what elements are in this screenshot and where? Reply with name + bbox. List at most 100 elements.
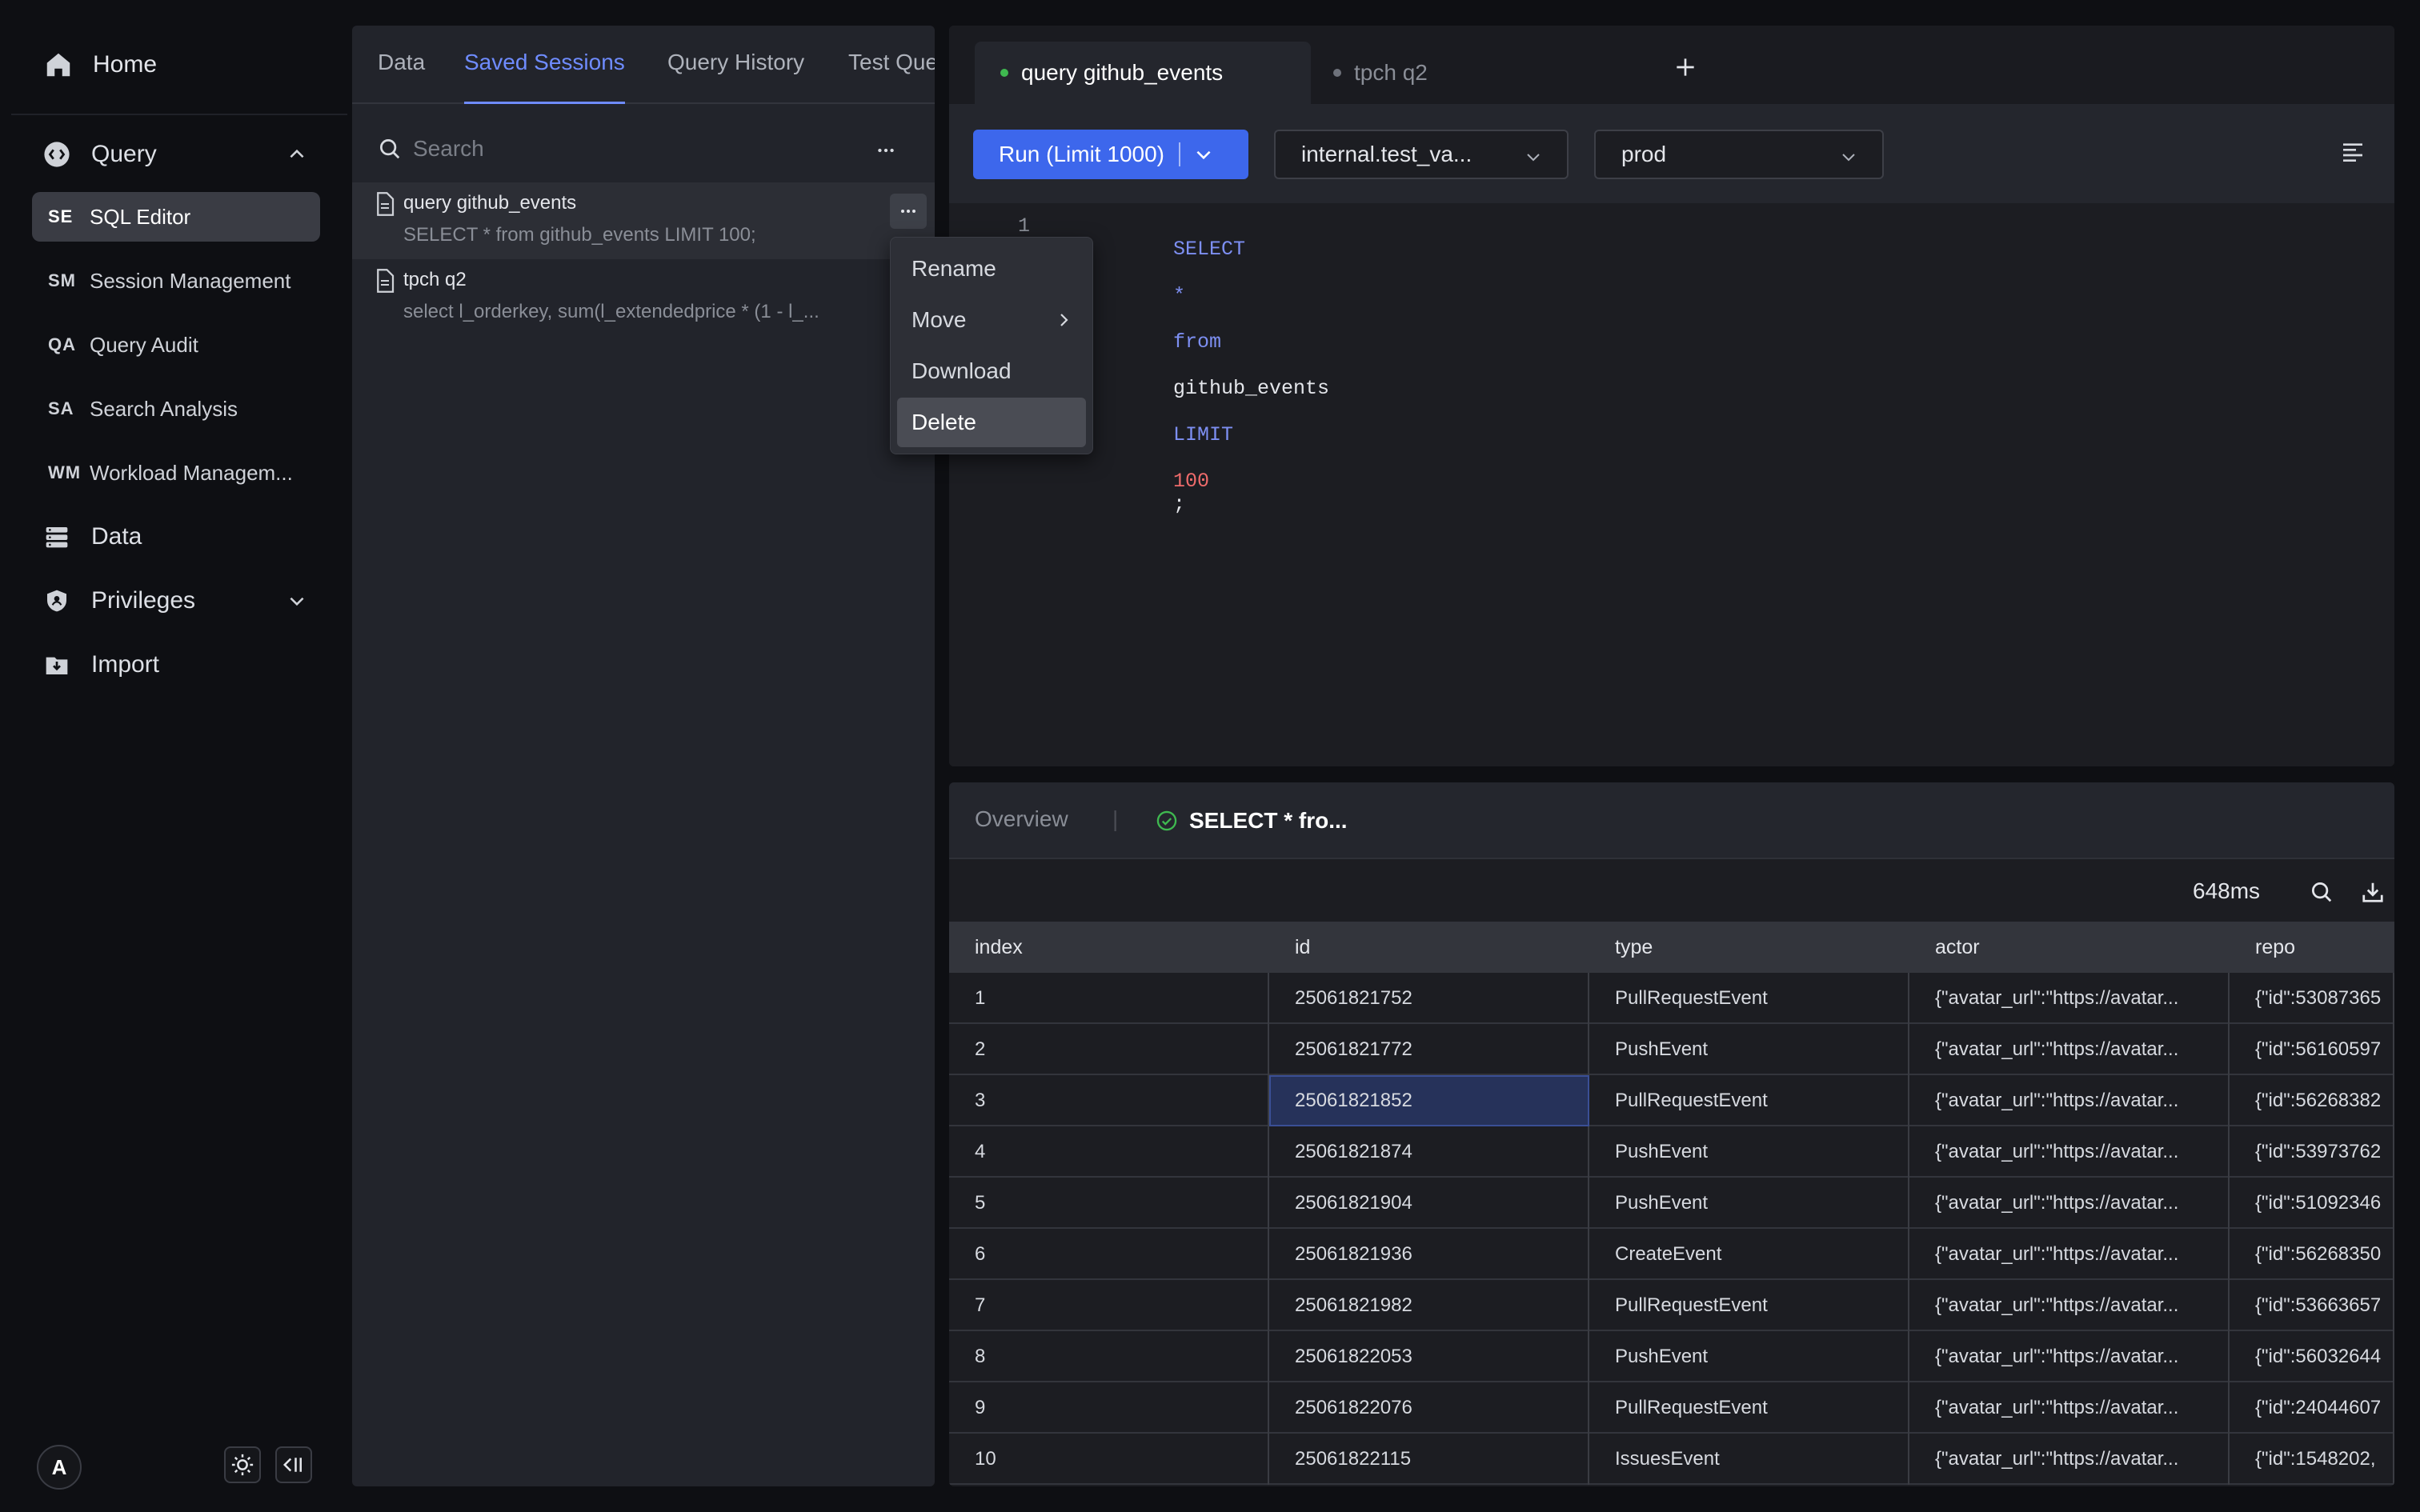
table-cell[interactable]: {"id":56268350 [2230, 1229, 2394, 1280]
table-row[interactable]: 9 25061822076 PullRequestEvent {"avatar_url… [949, 1382, 2394, 1434]
table-cell[interactable]: 25061821982 [1269, 1280, 1589, 1331]
table-cell[interactable]: 25061821772 [1269, 1024, 1589, 1075]
avatar[interactable]: A [37, 1445, 82, 1490]
table-cell[interactable]: {"avatar_url":"https://avatar... [1909, 1229, 2230, 1280]
environment-select[interactable]: prod [1594, 130, 1884, 179]
tab-query-history[interactable]: Query History [667, 50, 804, 104]
table-cell[interactable]: PullRequestEvent [1589, 1280, 1909, 1331]
table-cell[interactable]: {"id":56268382 [2230, 1075, 2394, 1126]
table-cell[interactable]: PullRequestEvent [1589, 973, 1909, 1024]
code-area[interactable]: 1 SELECT * from github_events LIMIT 100 … [949, 203, 2394, 766]
table-cell[interactable]: PushEvent [1589, 1126, 1909, 1178]
table-row[interactable]: 5 25061821904 PushEvent {"avatar_url":"http… [949, 1178, 2394, 1229]
format-button[interactable] [2340, 139, 2366, 165]
column-header[interactable]: id [1269, 922, 1589, 973]
table-cell[interactable]: 25061821904 [1269, 1178, 1589, 1229]
table-cell[interactable]: {"avatar_url":"https://avatar... [1909, 1280, 2230, 1331]
nav-session-management[interactable]: SM Session Management [32, 256, 320, 306]
nav-query-audit[interactable]: QA Query Audit [32, 320, 320, 370]
tab-overview[interactable]: Overview [975, 806, 1068, 832]
table-cell[interactable]: 1 [949, 973, 1269, 1024]
sessions-more-button[interactable] [867, 133, 904, 168]
table-cell[interactable]: 3 [949, 1075, 1269, 1126]
search-input[interactable]: Search [413, 136, 484, 162]
column-header[interactable]: index [949, 922, 1269, 973]
table-cell[interactable]: {"id":1548202, [2230, 1434, 2394, 1485]
table-cell[interactable]: 10 [949, 1434, 1269, 1485]
table-cell[interactable]: {"id":24044607 [2230, 1382, 2394, 1434]
table-cell[interactable]: 2 [949, 1024, 1269, 1075]
table-cell[interactable]: 8 [949, 1331, 1269, 1382]
chevron-down-icon[interactable] [1193, 144, 1214, 165]
table-cell[interactable]: 6 [949, 1229, 1269, 1280]
table-cell[interactable]: 25061821874 [1269, 1126, 1589, 1178]
table-cell[interactable]: PushEvent [1589, 1178, 1909, 1229]
search-results-button[interactable] [2310, 880, 2334, 904]
table-cell[interactable]: PullRequestEvent [1589, 1075, 1909, 1126]
session-item[interactable]: tpch q2 select l_orderkey, sum(l_extende… [352, 259, 935, 336]
nav-search-analysis[interactable]: SA Search Analysis [32, 384, 320, 434]
table-cell[interactable]: {"id":56160597 [2230, 1024, 2394, 1075]
add-tab-button[interactable] [1673, 54, 1698, 80]
table-cell[interactable]: {"avatar_url":"https://avatar... [1909, 1331, 2230, 1382]
tab-data[interactable]: Data [378, 50, 425, 104]
table-cell[interactable]: 25061822115 [1269, 1434, 1589, 1485]
session-more-button[interactable] [890, 194, 927, 229]
table-cell[interactable]: 4 [949, 1126, 1269, 1178]
menu-item-delete[interactable]: Delete [897, 398, 1086, 447]
table-cell[interactable]: {"avatar_url":"https://avatar... [1909, 973, 2230, 1024]
collapse-sidebar-button[interactable] [275, 1446, 312, 1483]
tab-test-queries[interactable]: Test Que [848, 50, 935, 104]
table-row[interactable]: 10 25061822115 IssuesEvent {"avatar_url":"h… [949, 1434, 2394, 1485]
table-cell[interactable]: 7 [949, 1280, 1269, 1331]
nav-import[interactable]: Import [32, 640, 320, 690]
table-cell[interactable]: {"avatar_url":"https://avatar... [1909, 1024, 2230, 1075]
run-button[interactable]: Run (Limit 1000) [973, 130, 1248, 179]
session-search[interactable]: Search [378, 125, 906, 173]
table-cell[interactable]: {"id":53973762 [2230, 1126, 2394, 1178]
table-cell[interactable]: 9 [949, 1382, 1269, 1434]
table-cell[interactable]: 25061821936 [1269, 1229, 1589, 1280]
table-cell[interactable]: {"id":53087365 [2230, 973, 2394, 1024]
table-cell[interactable]: {"id":53663657 [2230, 1280, 2394, 1331]
table-cell[interactable]: PushEvent [1589, 1024, 1909, 1075]
table-row[interactable]: 6 25061821936 CreateEvent {"avatar_url":"ht… [949, 1229, 2394, 1280]
nav-sql-editor[interactable]: SE SQL Editor [32, 192, 320, 242]
menu-item-rename[interactable]: Rename [897, 244, 1086, 294]
table-cell[interactable]: 25061821852 [1269, 1075, 1589, 1126]
column-header[interactable]: actor [1909, 922, 2230, 973]
tab-saved-sessions[interactable]: Saved Sessions [464, 50, 625, 104]
catalog-select[interactable]: internal.test_va... [1274, 130, 1569, 179]
table-cell[interactable]: {"id":51092346 [2230, 1178, 2394, 1229]
table-row[interactable]: 3 25061821852 PullRequestEvent {"avatar_url… [949, 1075, 2394, 1126]
download-results-button[interactable] [2361, 880, 2385, 904]
nav-home[interactable]: Home [43, 46, 157, 83]
nav-privileges[interactable]: Privileges [32, 576, 320, 626]
table-cell[interactable]: {"avatar_url":"https://avatar... [1909, 1382, 2230, 1434]
table-cell[interactable]: 25061821752 [1269, 973, 1589, 1024]
nav-workload-management[interactable]: WM Workload Managem... [32, 448, 320, 498]
column-header[interactable]: repo [2230, 922, 2394, 973]
table-cell[interactable]: CreateEvent [1589, 1229, 1909, 1280]
tab-query-result[interactable]: SELECT * fro... [1156, 806, 1348, 835]
editor-tab[interactable]: query github_events [975, 42, 1311, 104]
table-row[interactable]: 4 25061821874 PushEvent {"avatar_url":"http… [949, 1126, 2394, 1178]
table-cell[interactable]: {"id":56032644 [2230, 1331, 2394, 1382]
table-cell[interactable]: PullRequestEvent [1589, 1382, 1909, 1434]
table-cell[interactable]: {"avatar_url":"https://avatar... [1909, 1434, 2230, 1485]
nav-data[interactable]: Data [32, 512, 320, 562]
table-cell[interactable]: IssuesEvent [1589, 1434, 1909, 1485]
table-cell[interactable]: {"avatar_url":"https://avatar... [1909, 1178, 2230, 1229]
table-row[interactable]: 1 25061821752 PullRequestEvent {"avatar_url… [949, 973, 2394, 1024]
table-cell[interactable]: 5 [949, 1178, 1269, 1229]
column-header[interactable]: type [1589, 922, 1909, 973]
editor-tab[interactable]: tpch q2 [1333, 42, 1605, 104]
table-row[interactable]: 8 25061822053 PushEvent {"avatar_url":"http… [949, 1331, 2394, 1382]
theme-toggle-button[interactable] [224, 1446, 261, 1483]
nav-query[interactable]: Query [32, 130, 320, 179]
table-cell[interactable]: PushEvent [1589, 1331, 1909, 1382]
table-cell[interactable]: {"avatar_url":"https://avatar... [1909, 1126, 2230, 1178]
table-cell[interactable]: {"avatar_url":"https://avatar... [1909, 1075, 2230, 1126]
session-item[interactable]: query github_events SELECT * from github… [352, 182, 935, 259]
menu-item-download[interactable]: Download [897, 346, 1086, 396]
